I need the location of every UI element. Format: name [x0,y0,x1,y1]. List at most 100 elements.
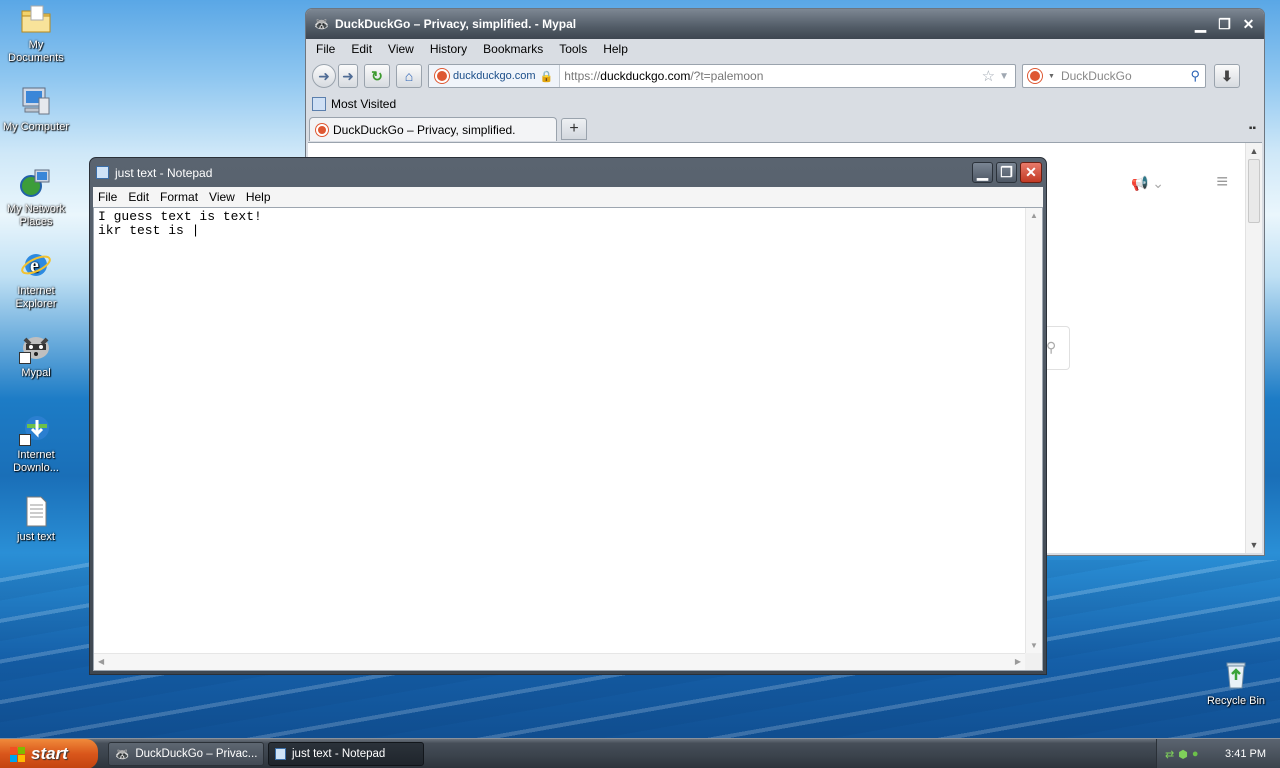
url-dropdown-icon[interactable]: ▼ [999,71,1009,82]
browser-title: DuckDuckGo – Privacy, simplified. - Mypa… [334,17,577,31]
menu-edit[interactable]: Edit [351,42,372,56]
np-scroll-down-icon[interactable]: ▼ [1030,641,1038,650]
taskbar-item-notepad[interactable]: just text - Notepad [268,742,424,766]
close-button[interactable]: ✕ [1238,14,1259,35]
tab-strip: DuckDuckGo – Privacy, simplified. + ▪▪ [306,115,1264,141]
desktop-icon-label: My Computer [2,121,70,133]
np-scroll-right-icon[interactable]: ▶ [1015,657,1021,666]
notepad-horizontal-scrollbar[interactable]: ◀ ▶ [94,653,1025,670]
minimize-button[interactable]: ▁ [1190,14,1211,35]
reload-button[interactable]: ↻ [364,64,390,88]
network-tray-icon[interactable]: ⇄ [1165,748,1174,761]
notepad-vertical-scrollbar[interactable]: ▲ ▼ [1025,208,1042,653]
bookmark-star-icon[interactable]: ☆ [982,67,995,85]
security-tray-icon[interactable]: ⬢ [1178,748,1188,761]
search-box-fragment[interactable]: ⚲ [1046,326,1070,370]
desktop-icon-recycle-bin[interactable]: Recycle Bin [1200,658,1272,708]
page-vertical-scrollbar[interactable]: ▲ ▼ [1245,143,1262,553]
scroll-corner [1025,653,1042,670]
menu-help[interactable]: Help [603,42,628,56]
bookmarks-toolbar: Most Visited [306,93,1264,115]
navigation-toolbar: ➜ ➜ ↻ ⌂ duckduckgo.com 🔒 https://duckduc… [306,59,1264,93]
menu-bookmarks[interactable]: Bookmarks [483,42,543,56]
download-manager-icon [19,412,53,446]
notepad-maximize-button[interactable]: ❐ [996,162,1017,183]
megaphone-icon[interactable]: 📢 ⌄ [1131,175,1164,192]
folder-icon [19,2,53,36]
back-button[interactable]: ➜ [312,64,336,88]
desktop-icon-mypal[interactable]: Mypal [0,330,72,380]
scroll-down-icon[interactable]: ▼ [1246,537,1262,553]
home-icon: ⌂ [404,68,414,84]
tab-duckduckgo[interactable]: DuckDuckGo – Privacy, simplified. [309,117,557,141]
download-arrow-icon: ⬇ [1221,67,1233,84]
search-input[interactable]: DuckDuckGo [1061,69,1185,83]
internet-explorer-icon: e [19,248,53,282]
raccoon-icon [19,330,53,364]
update-tray-icon[interactable]: ● [1192,748,1199,760]
taskbar: start 🦝 DuckDuckGo – Privac... just text… [0,738,1280,768]
maximize-button[interactable]: ❐ [1214,14,1235,35]
np-scroll-up-icon[interactable]: ▲ [1030,211,1038,220]
np-menu-help[interactable]: Help [246,190,271,204]
desktop-icon-just-text[interactable]: just text [0,494,72,544]
desktop-icon-internet-explorer[interactable]: e Internet Explorer [0,248,72,311]
url-domain: duckduckgo.com [600,69,691,83]
notepad-close-button[interactable]: ✕ [1020,162,1042,183]
np-scroll-left-icon[interactable]: ◀ [98,657,104,666]
url-bar[interactable]: duckduckgo.com 🔒 https://duckduckgo.com/… [428,64,1016,88]
desktop-icon-my-computer[interactable]: My Computer [0,84,72,134]
scroll-up-icon[interactable]: ▲ [1246,143,1262,159]
bookmark-most-visited[interactable]: Most Visited [331,97,396,111]
notepad-titlebar[interactable]: just text - Notepad ▁ ❐ ✕ [90,158,1046,187]
search-engine-icon[interactable] [1028,69,1042,83]
browser-titlebar[interactable]: 🦝 DuckDuckGo – Privacy, simplified. - My… [306,9,1264,39]
notepad-text-area[interactable]: I guess text is text! ikr test is | ▲ ▼ … [93,207,1043,671]
menu-tools[interactable]: Tools [559,42,587,56]
forward-button[interactable]: ➜ [338,64,358,88]
windows-logo-icon [10,746,25,762]
most-visited-icon [312,97,326,111]
downloads-button[interactable]: ⬇ [1214,64,1240,88]
network-icon [19,166,53,200]
notepad-task-icon [275,748,286,760]
desktop-icon-label: Internet Explorer [15,285,57,310]
clock[interactable]: 3:41 PM [1225,748,1266,760]
notepad-minimize-button[interactable]: ▁ [972,162,993,183]
menu-view[interactable]: View [388,42,414,56]
np-menu-edit[interactable]: Edit [128,190,149,204]
home-button[interactable]: ⌂ [396,64,422,88]
np-menu-view[interactable]: View [209,190,235,204]
mypal-icon: 🦝 [314,17,329,31]
menu-file[interactable]: File [316,42,335,56]
desktop-icon-my-documents[interactable]: My Documents [0,2,72,65]
browser-menubar: File Edit View History Bookmarks Tools H… [306,39,1264,59]
tab-label: DuckDuckGo – Privacy, simplified. [333,122,516,137]
scroll-thumb[interactable] [1248,159,1260,223]
start-button[interactable]: start [0,739,98,768]
hamburger-menu-icon[interactable]: ≡ [1216,171,1228,194]
tab-list-icon[interactable]: ▪▪ [1249,123,1256,134]
new-tab-button[interactable]: + [561,118,587,140]
desktop-icon-internet-download-manager[interactable]: Internet Downlo... [0,412,72,475]
site-identity-button[interactable]: duckduckgo.com 🔒 [429,65,561,87]
start-label: start [31,744,68,763]
notepad-window[interactable]: just text - Notepad ▁ ❐ ✕ File Edit Form… [89,157,1047,675]
desktop-icon-label: Recycle Bin [1206,695,1266,707]
np-menu-format[interactable]: Format [160,190,198,204]
menu-history[interactable]: History [430,42,467,56]
url-text[interactable]: https://duckduckgo.com/?t=palemoon [560,69,981,83]
computer-icon [19,84,53,118]
tab-favicon [316,123,328,136]
desktop-icon-my-network-places[interactable]: My Network Places [0,166,72,229]
notepad-menubar: File Edit Format View Help [93,187,1043,207]
np-menu-file[interactable]: File [98,190,117,204]
search-engine-dropdown-icon[interactable]: ▼ [1048,73,1055,80]
notepad-icon [96,166,109,179]
notepad-content[interactable]: I guess text is text! ikr test is | [98,210,262,237]
search-icon[interactable]: ⚲ [1190,68,1200,84]
desktop-icon-label: Internet Downlo... [13,449,59,474]
taskbar-item-browser[interactable]: 🦝 DuckDuckGo – Privac... [108,742,264,766]
search-bar[interactable]: ▼ DuckDuckGo ⚲ [1022,64,1206,88]
forward-arrow-icon: ➜ [342,67,354,84]
